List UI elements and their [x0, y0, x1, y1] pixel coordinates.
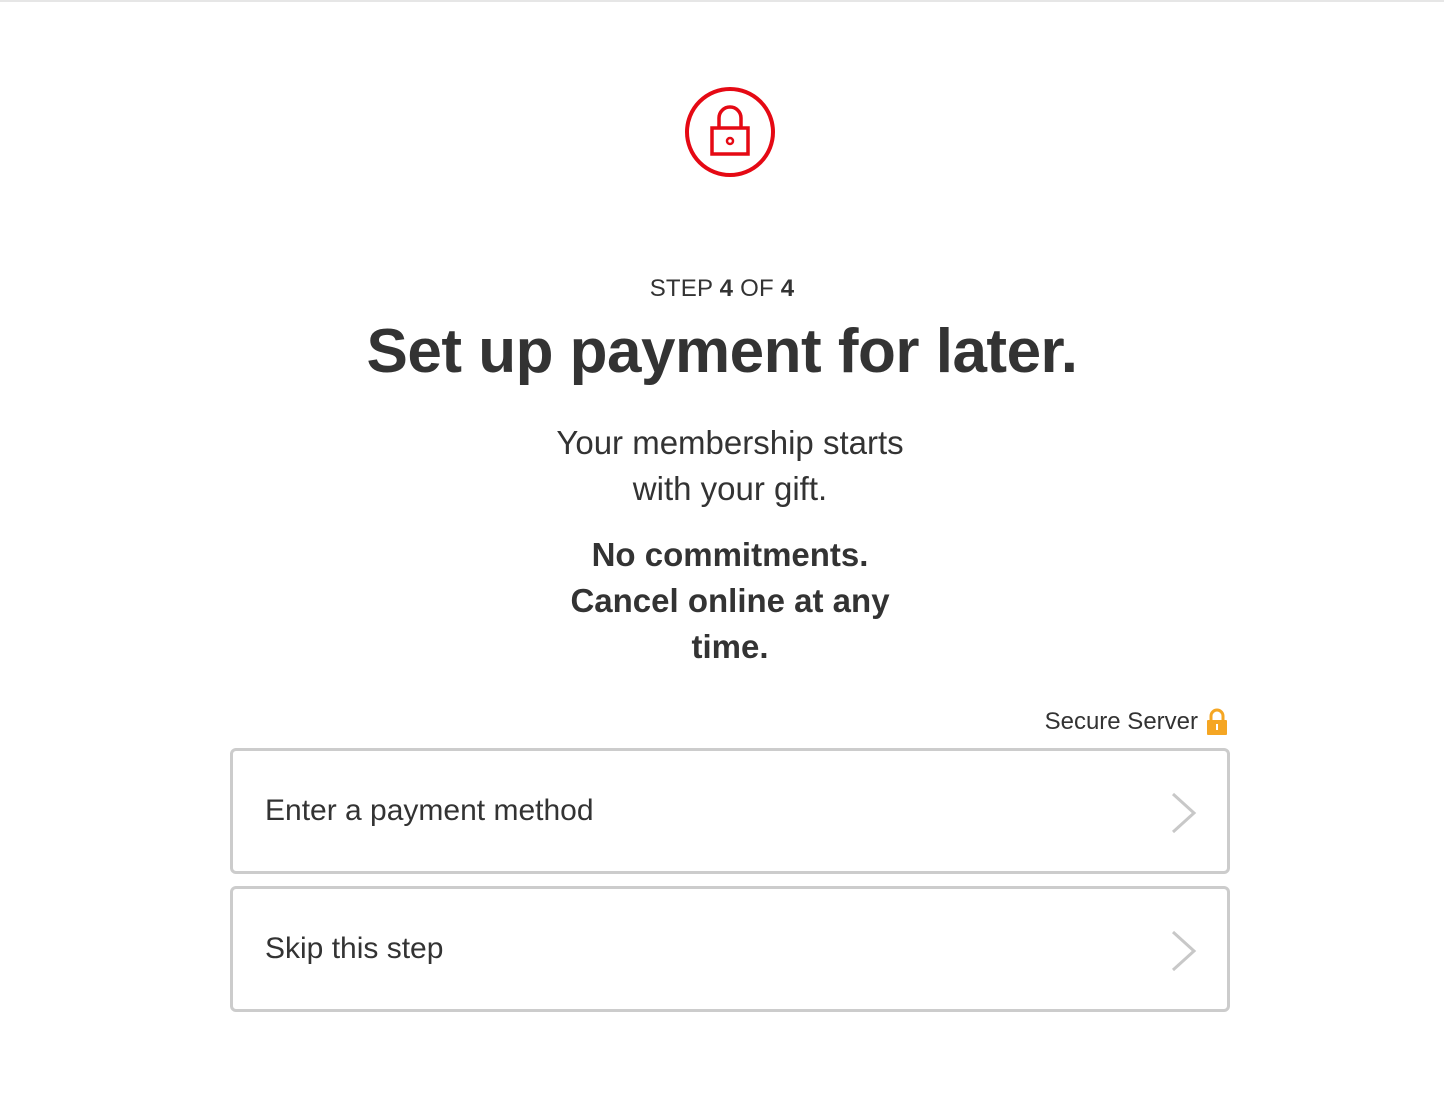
- chevron-right-icon: [1169, 929, 1199, 973]
- skip-this-step-label: Skip this step: [265, 932, 444, 965]
- skip-this-step-button[interactable]: Skip this step: [230, 886, 1230, 1012]
- page-title: Set up payment for later.: [366, 317, 1078, 386]
- secure-server: Secure Server: [1045, 708, 1228, 736]
- commitment-line-2: Cancel online at any: [570, 582, 890, 619]
- step-current: 4: [719, 275, 734, 302]
- step-prefix: STEP: [649, 275, 713, 302]
- secure-server-label: Secure Server: [1044, 708, 1198, 735]
- membership-line-2: with your gift.: [632, 470, 828, 507]
- step-total: 4: [780, 275, 795, 302]
- membership-text: Your membership starts with your gift.: [520, 420, 940, 512]
- step-indicator: STEP 4 OF 4: [0, 275, 1444, 303]
- step-of: OF: [740, 275, 774, 302]
- padlock-icon: [1206, 708, 1228, 736]
- commitment-line-1: No commitments.: [591, 536, 869, 573]
- lock-circle-icon: [684, 86, 776, 178]
- commitment-line-3: time.: [691, 628, 769, 665]
- top-divider: [0, 0, 1444, 2]
- membership-line-1: Your membership starts: [556, 424, 904, 461]
- commitment-text: No commitments. Cancel online at any tim…: [540, 532, 920, 670]
- chevron-right-icon: [1169, 791, 1199, 835]
- enter-payment-method-button[interactable]: Enter a payment method: [230, 748, 1230, 874]
- enter-payment-method-label: Enter a payment method: [265, 794, 594, 827]
